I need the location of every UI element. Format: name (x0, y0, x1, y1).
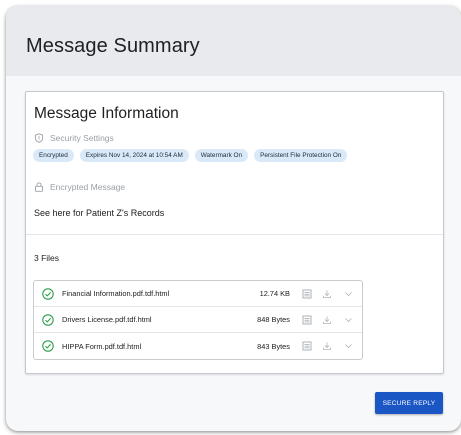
document-icon[interactable] (302, 315, 312, 325)
section-title: Message Information (34, 105, 179, 122)
check-circle-icon (42, 340, 54, 352)
files-count: 3 Files (34, 253, 60, 263)
file-row[interactable]: HIPPA Form.pdf.tdf.html 843 Bytes (34, 333, 362, 359)
encrypted-chip: Encrypted (33, 149, 74, 162)
file-name: Financial Information.pdf.tdf.html (62, 289, 170, 298)
expiry-chip: Expires Nov 14, 2024 at 10:54 AM (79, 149, 189, 162)
file-list: Financial Information.pdf.tdf.html 12.74… (33, 280, 363, 360)
download-icon[interactable] (322, 289, 332, 299)
document-icon[interactable] (302, 289, 312, 299)
document-icon[interactable] (302, 341, 312, 351)
chevron-down-icon[interactable] (344, 290, 353, 298)
page-title: Message Summary (26, 35, 200, 57)
file-name: Drivers License.pdf.tdf.html (62, 315, 152, 324)
security-settings-label: Security Settings (50, 133, 114, 143)
file-size: 12.74 KB (259, 289, 290, 298)
download-icon[interactable] (322, 315, 332, 325)
check-circle-icon (42, 314, 54, 326)
file-row[interactable]: Drivers License.pdf.tdf.html 848 Bytes (34, 307, 362, 333)
message-information-panel: Message Information Security Settings En… (25, 91, 444, 374)
file-protection-chip: Persistent File Protection On (254, 149, 348, 162)
shield-icon (34, 133, 44, 143)
header-band: Message Summary (6, 6, 461, 76)
security-settings-row: Security Settings (34, 133, 114, 143)
file-size: 848 Bytes (257, 315, 290, 324)
lock-icon (35, 182, 43, 192)
file-row[interactable]: Financial Information.pdf.tdf.html 12.74… (34, 281, 362, 307)
chevron-down-icon[interactable] (344, 342, 353, 350)
message-body: See here for Patient Z's Records (34, 208, 165, 218)
security-chips: Encrypted Expires Nov 14, 2024 at 10:54 … (33, 149, 348, 162)
encrypted-message-row: Encrypted Message (34, 182, 125, 192)
divider (26, 234, 443, 235)
message-summary-card: Message Summary Message Information Secu… (6, 6, 461, 431)
file-name: HIPPA Form.pdf.tdf.html (62, 341, 142, 351)
file-size: 843 Bytes (257, 341, 290, 351)
secure-reply-button[interactable]: SECURE REPLY (375, 392, 443, 414)
download-icon[interactable] (322, 341, 332, 351)
watermark-chip: Watermark On (194, 149, 249, 162)
chevron-down-icon[interactable] (344, 316, 353, 324)
encrypted-message-label: Encrypted Message (50, 182, 126, 192)
check-circle-icon (42, 288, 54, 300)
